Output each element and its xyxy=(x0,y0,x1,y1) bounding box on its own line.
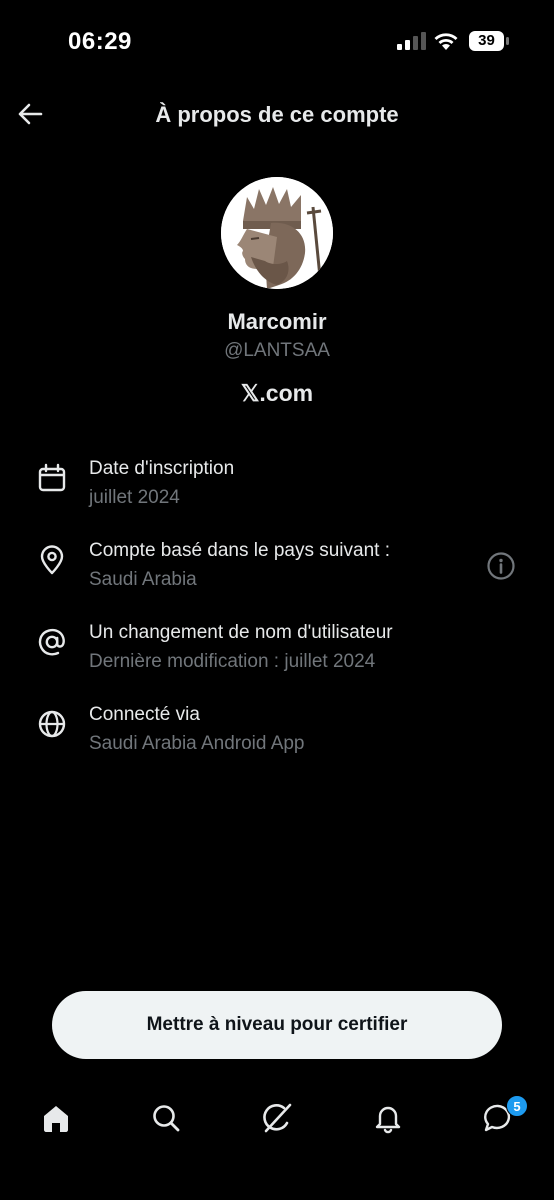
avatar-image xyxy=(221,177,333,289)
home-icon xyxy=(44,1106,68,1132)
upgrade-to-verify-button[interactable]: Mettre à niveau pour certifier xyxy=(52,991,502,1059)
row-subtitle: Dernière modification : juillet 2024 xyxy=(89,651,376,672)
info-row-join-date: Date d'inscription juillet 2024 xyxy=(0,458,554,528)
profile-name: Marcomir xyxy=(227,309,327,334)
info-icon[interactable] xyxy=(486,551,516,581)
row-subtitle: juillet 2024 xyxy=(89,487,180,508)
page-title: À propos de ce compte xyxy=(155,102,399,127)
location-pin-icon xyxy=(40,545,64,575)
at-sign-icon xyxy=(38,628,65,656)
info-row-country: Compte basé dans le pays suivant : Saudi… xyxy=(0,540,554,610)
profile-handle: @LANTSAA xyxy=(224,340,330,361)
notifications-bell-icon xyxy=(375,1106,401,1134)
cellular-signal-icon xyxy=(397,32,426,50)
bottom-navigation xyxy=(0,1090,554,1150)
nav-notifications[interactable] xyxy=(368,1098,408,1138)
calendar-icon xyxy=(38,463,66,492)
search-icon xyxy=(153,1105,180,1132)
row-title: Compte basé dans le pays suivant : xyxy=(89,540,391,561)
row-subtitle: Saudi Arabia xyxy=(89,569,197,590)
wifi-icon xyxy=(434,33,458,50)
status-time: 06:29 xyxy=(68,28,132,55)
nav-home[interactable] xyxy=(36,1098,76,1138)
nav-search[interactable] xyxy=(146,1098,186,1138)
row-subtitle: Saudi Arabia Android App xyxy=(89,733,305,754)
info-row-connected-via: Connecté via Saudi Arabia Android App xyxy=(0,704,554,774)
battery-percent: 39 xyxy=(478,32,495,49)
avatar[interactable] xyxy=(221,177,333,289)
about-account-screen: 06:29 39 À propos de ce compte Marcomir … xyxy=(0,0,554,1200)
globe-icon xyxy=(38,710,66,738)
row-title: Un changement de nom d'utilisateur xyxy=(89,622,393,643)
header: À propos de ce compte xyxy=(0,90,554,140)
battery-indicator: 39 xyxy=(468,30,510,52)
row-title: Date d'inscription xyxy=(89,458,235,479)
site-logo-text: 𝕏.com xyxy=(240,380,314,406)
status-bar: 06:29 39 xyxy=(0,0,554,80)
messages-badge: 5 xyxy=(506,1095,528,1117)
info-row-username-change: Un changement de nom d'utilisateur Derni… xyxy=(0,622,554,692)
grok-icon xyxy=(263,1103,292,1133)
row-title: Connecté via xyxy=(89,704,200,725)
nav-grok[interactable] xyxy=(257,1098,297,1138)
